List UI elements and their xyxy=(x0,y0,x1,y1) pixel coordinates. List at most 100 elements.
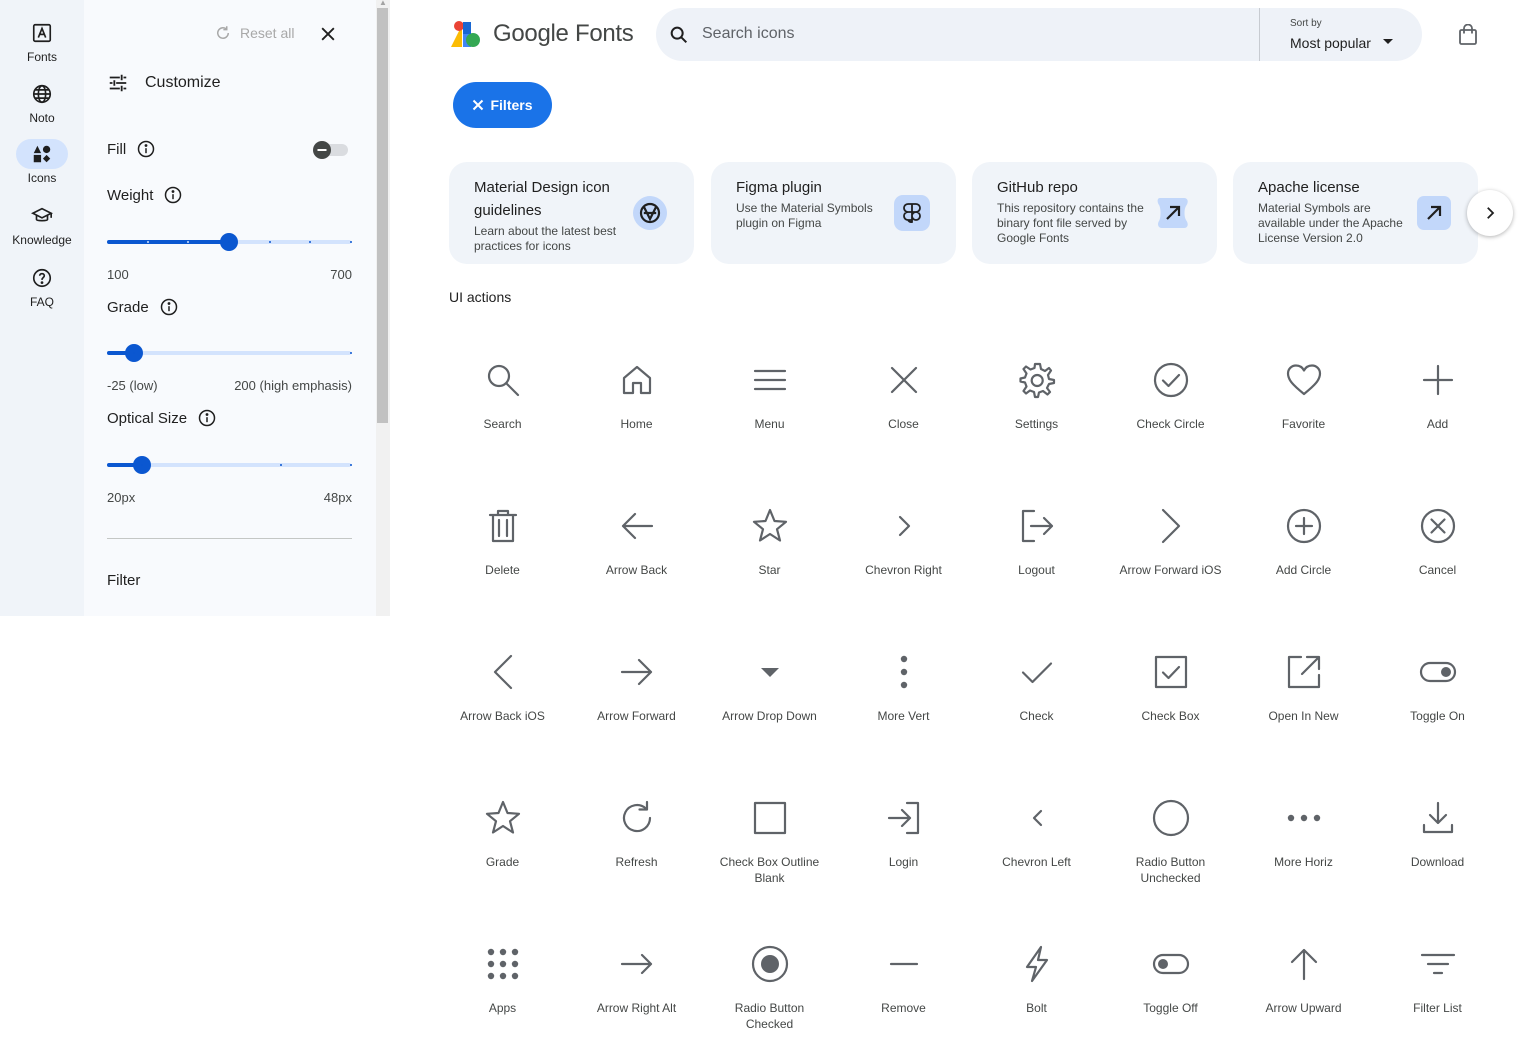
google-fonts-logo[interactable]: Google Fonts xyxy=(449,20,634,48)
icon-tile-remove[interactable]: Remove xyxy=(837,929,970,1049)
card-material-design-guidelines[interactable]: Material Design icon guidelines Learn ab… xyxy=(449,162,694,264)
material-logo-icon xyxy=(633,196,667,230)
arrow-outward-icon xyxy=(1157,198,1188,228)
filters-button[interactable]: Filters xyxy=(453,82,552,128)
shopping-bag-icon[interactable] xyxy=(1458,24,1478,46)
rail-item-faq[interactable]: FAQ xyxy=(0,263,84,309)
info-icon[interactable] xyxy=(159,297,179,317)
info-icon[interactable] xyxy=(136,139,156,159)
icon-tile-radio-button-checked[interactable]: Radio Button Checked xyxy=(703,929,836,1049)
icon-tile-chevron-left[interactable]: Chevron Left xyxy=(970,783,1103,903)
icon-tile-delete[interactable]: Delete xyxy=(436,491,569,611)
info-icon[interactable] xyxy=(163,185,183,205)
icon-tile-arrow-forward[interactable]: Arrow Forward xyxy=(570,637,703,757)
icon-tile-filter-list[interactable]: Filter List xyxy=(1371,929,1504,1049)
icon-label: Menu xyxy=(754,417,785,431)
card-apache-license[interactable]: Apache license Material Symbols are avai… xyxy=(1233,162,1478,264)
icon-tile-download[interactable]: Download xyxy=(1371,783,1504,903)
bolt-icon xyxy=(1025,945,1049,983)
arrow-drop-down-icon xyxy=(761,668,779,677)
card-github-repo[interactable]: GitHub repo This repository contains the… xyxy=(972,162,1217,264)
icon-tile-logout[interactable]: Logout xyxy=(970,491,1103,611)
icon-tile-check-box-outline-blank[interactable]: Check Box Outline Blank xyxy=(703,783,836,903)
grade-slider[interactable] xyxy=(107,343,352,363)
icon-tile-arrow-right-alt[interactable]: Arrow Right Alt xyxy=(570,929,703,1049)
scroll-up-arrow[interactable]: ▲ xyxy=(379,0,387,7)
panel-scrollbar-thumb[interactable] xyxy=(377,8,388,423)
info-icon[interactable] xyxy=(197,408,217,428)
icon-label: Check Box Outline Blank xyxy=(719,855,820,885)
reset-all-label: Reset all xyxy=(240,25,295,41)
cancel-icon xyxy=(1420,508,1456,544)
icon-tile-check-box[interactable]: Check Box xyxy=(1104,637,1237,757)
filter-heading[interactable]: Filter xyxy=(107,572,140,589)
icon-tile-arrow-back-ios[interactable]: Arrow Back iOS xyxy=(436,637,569,757)
close-panel-icon[interactable] xyxy=(318,24,338,44)
icon-tile-chevron-right[interactable]: Chevron Right xyxy=(837,491,970,611)
icon-tile-close[interactable]: Close xyxy=(837,345,970,465)
icon-label: Grade xyxy=(485,855,520,869)
icon-tile-apps[interactable]: Apps xyxy=(436,929,569,1049)
icon-tile-settings[interactable]: Settings xyxy=(970,345,1103,465)
icon-tile-toggle-on[interactable]: Toggle On xyxy=(1371,637,1504,757)
icon-tile-add-circle[interactable]: Add Circle xyxy=(1237,491,1370,611)
reset-all-button[interactable]: Reset all xyxy=(214,24,294,42)
slider-tick xyxy=(228,241,230,243)
delete-icon xyxy=(488,509,518,543)
help-icon xyxy=(16,263,68,293)
icon-tile-grade[interactable]: Grade xyxy=(436,783,569,903)
icon-tile-star[interactable]: Star xyxy=(703,491,836,611)
icon-tile-search[interactable]: Search xyxy=(436,345,569,465)
chevron-right-icon xyxy=(898,515,911,537)
icon-tile-check[interactable]: Check xyxy=(970,637,1103,757)
search-input[interactable] xyxy=(702,22,1242,46)
icon-tile-cancel[interactable]: Cancel xyxy=(1371,491,1504,611)
arrow-forward-icon xyxy=(620,658,653,686)
icon-label: Bolt xyxy=(1026,1001,1047,1015)
search-icon xyxy=(670,26,688,44)
icon-tile-menu[interactable]: Menu xyxy=(703,345,836,465)
icon-tile-home[interactable]: Home xyxy=(570,345,703,465)
apps-icon xyxy=(487,948,519,980)
icon-tile-more-horiz[interactable]: More Horiz xyxy=(1237,783,1370,903)
icon-tile-open-in-new[interactable]: Open In New xyxy=(1237,637,1370,757)
icon-tile-check-circle[interactable]: Check Circle xyxy=(1104,345,1237,465)
icon-tile-arrow-back[interactable]: Arrow Back xyxy=(570,491,703,611)
icon-tile-more-vert[interactable]: More Vert xyxy=(837,637,970,757)
card-figma-plugin[interactable]: Figma plugin Use the Material Symbols pl… xyxy=(711,162,956,264)
icon-label: More Vert xyxy=(877,709,930,723)
tune-icon xyxy=(109,74,127,92)
icon-label: Toggle Off xyxy=(1143,1001,1198,1015)
icon-tile-refresh[interactable]: Refresh xyxy=(570,783,703,903)
cards-next-button[interactable] xyxy=(1467,190,1513,236)
fill-label: Fill xyxy=(107,140,127,158)
icon-tile-arrow-upward[interactable]: Arrow Upward xyxy=(1237,929,1370,1049)
icon-tile-toggle-off[interactable]: Toggle Off xyxy=(1104,929,1237,1049)
icon-label: Login xyxy=(888,855,919,869)
icon-label: Arrow Upward xyxy=(1265,1001,1342,1015)
check-icon xyxy=(1021,662,1053,684)
rail-item-icons[interactable]: Icons xyxy=(0,139,84,185)
optical-size-label: Optical Size xyxy=(107,409,188,427)
chevron-right-icon xyxy=(1487,207,1495,219)
close-icon xyxy=(890,366,918,394)
sort-dropdown[interactable]: Sort by Most popular xyxy=(1290,16,1400,54)
icon-tile-login[interactable]: Login xyxy=(837,783,970,903)
icon-tile-bolt[interactable]: Bolt xyxy=(970,929,1103,1049)
rail-item-noto[interactable]: Noto xyxy=(0,79,84,125)
icon-tile-radio-button-unchecked[interactable]: Radio Button Unchecked xyxy=(1104,783,1237,903)
optical-size-slider[interactable] xyxy=(107,455,352,475)
arrow-drop-down-icon xyxy=(1383,39,1393,44)
icon-tile-arrow-drop-down[interactable]: Arrow Drop Down xyxy=(703,637,836,757)
icon-label: Arrow Right Alt xyxy=(596,1001,677,1015)
weight-slider[interactable] xyxy=(107,232,352,252)
grade-max: 200 (high emphasis) xyxy=(234,378,352,393)
open-in-new-icon xyxy=(1287,655,1321,689)
icon-tile-add[interactable]: Add xyxy=(1371,345,1504,465)
weight-range: 100 700 xyxy=(107,267,352,282)
rail-item-knowledge[interactable]: Knowledge xyxy=(0,201,84,247)
icon-tile-arrow-forward-ios[interactable]: Arrow Forward iOS xyxy=(1104,491,1237,611)
fill-toggle[interactable] xyxy=(312,140,348,160)
rail-item-fonts[interactable]: Fonts xyxy=(0,18,84,64)
icon-tile-favorite[interactable]: Favorite xyxy=(1237,345,1370,465)
